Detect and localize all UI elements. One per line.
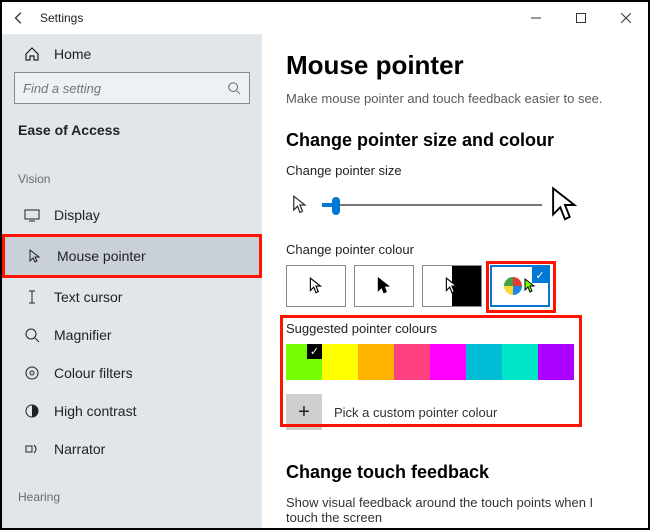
colour-swatch[interactable] <box>286 344 322 380</box>
window-controls <box>513 2 648 34</box>
category-title: Ease of Access <box>2 118 262 154</box>
magnifier-icon <box>24 327 40 343</box>
colour-swatch[interactable] <box>358 344 394 380</box>
minimize-button[interactable] <box>513 2 558 34</box>
text-cursor-icon <box>24 289 40 305</box>
colour-wheel-icon <box>504 277 522 295</box>
checkmark-icon: ✓ <box>532 267 548 283</box>
nav-label: Narrator <box>54 441 105 457</box>
nav-label: Mouse pointer <box>57 248 146 264</box>
page-heading: Mouse pointer <box>286 50 624 81</box>
label-pointer-size: Change pointer size <box>286 163 624 178</box>
display-icon <box>24 207 40 223</box>
nav-label: Magnifier <box>54 327 112 343</box>
pointer-style-inverted[interactable] <box>422 265 482 307</box>
plus-icon: + <box>286 394 322 430</box>
window-title: Settings <box>40 11 83 25</box>
search-box[interactable] <box>14 72 250 104</box>
nav-colour-filters[interactable]: Colour filters <box>2 354 262 392</box>
group-vision: Vision <box>2 168 262 190</box>
page-subtitle: Make mouse pointer and touch feedback ea… <box>286 91 624 106</box>
content-pane: Mouse pointer Make mouse pointer and tou… <box>262 34 648 528</box>
label-suggested-colours: Suggested pointer colours <box>286 321 624 336</box>
colour-filters-icon <box>24 365 40 381</box>
group-hearing: Hearing <box>2 486 262 508</box>
nav-high-contrast[interactable]: High contrast <box>2 392 262 430</box>
maximize-button[interactable] <box>558 2 603 34</box>
nav-display[interactable]: Display <box>2 196 262 234</box>
mouse-pointer-icon <box>27 248 43 264</box>
nav-label: Text cursor <box>54 289 122 305</box>
search-icon <box>227 81 241 95</box>
search-input[interactable] <box>23 81 227 96</box>
touch-feedback-text: Show visual feedback around the touch po… <box>286 495 624 525</box>
nav-magnifier[interactable]: Magnifier <box>2 316 262 354</box>
nav-text-cursor[interactable]: Text cursor <box>2 278 262 316</box>
nav-narrator[interactable]: Narrator <box>2 430 262 468</box>
titlebar: Settings <box>2 2 648 34</box>
label-pointer-colour: Change pointer colour <box>286 242 624 257</box>
nav-label: Colour filters <box>54 365 133 381</box>
pick-custom-colour[interactable]: + Pick a custom pointer colour <box>286 394 624 430</box>
section-touch-feedback: Change touch feedback <box>286 462 624 483</box>
pointer-colour-options: ✓ <box>286 265 624 307</box>
pointer-style-white[interactable] <box>286 265 346 307</box>
pointer-style-black[interactable] <box>354 265 414 307</box>
small-cursor-icon <box>286 191 314 219</box>
home-nav[interactable]: Home <box>2 40 262 72</box>
suggested-colour-swatches <box>286 344 624 380</box>
nav-label: Display <box>54 207 100 223</box>
large-cursor-icon <box>550 186 580 224</box>
nav-label: High contrast <box>54 403 136 419</box>
pointer-size-slider[interactable] <box>322 204 542 206</box>
narrator-icon <box>24 441 40 457</box>
back-button[interactable] <box>2 2 36 34</box>
high-contrast-icon <box>24 403 40 419</box>
sidebar: Home Ease of Access Vision Display Mouse… <box>2 34 262 528</box>
slider-thumb[interactable] <box>332 197 340 215</box>
pointer-size-slider-row <box>286 186 624 224</box>
colour-swatch[interactable] <box>394 344 430 380</box>
home-label: Home <box>54 46 91 62</box>
pick-custom-label: Pick a custom pointer colour <box>334 405 497 420</box>
colour-swatch[interactable] <box>502 344 538 380</box>
colour-swatch[interactable] <box>430 344 466 380</box>
colour-swatch[interactable] <box>322 344 358 380</box>
highlight-mouse-pointer: Mouse pointer <box>2 234 262 278</box>
colour-swatch[interactable] <box>538 344 574 380</box>
home-icon <box>24 46 40 62</box>
colour-swatch[interactable] <box>466 344 502 380</box>
pointer-style-custom[interactable]: ✓ <box>490 265 550 307</box>
section-size-colour: Change pointer size and colour <box>286 130 624 151</box>
nav-mouse-pointer[interactable]: Mouse pointer <box>5 237 259 275</box>
close-button[interactable] <box>603 2 648 34</box>
